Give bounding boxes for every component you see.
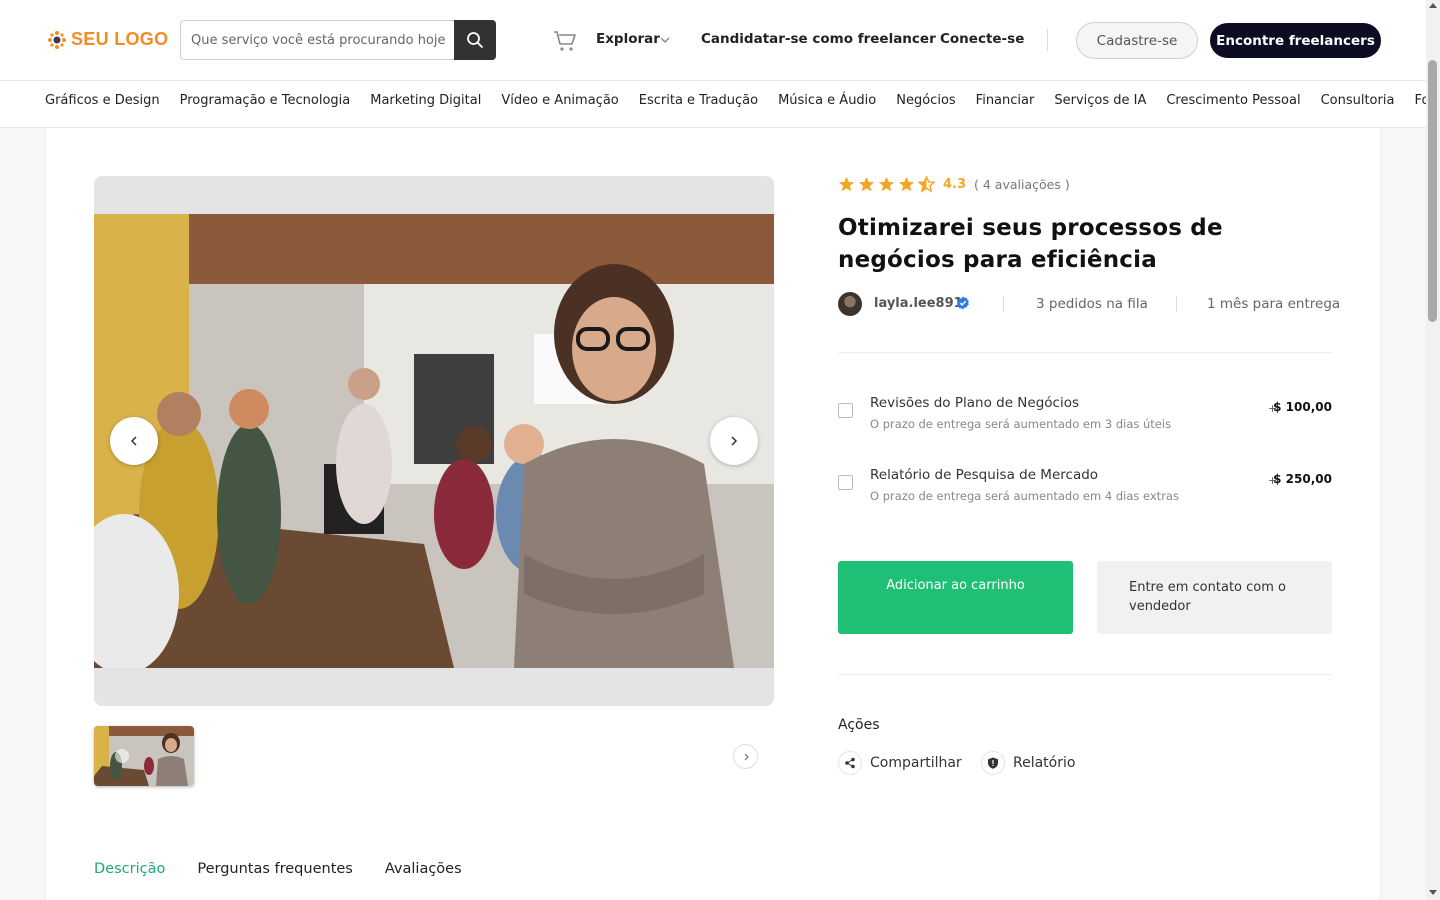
logo-mark-icon xyxy=(48,30,66,49)
chevron-right-icon xyxy=(744,753,749,760)
chevron-left-icon xyxy=(130,436,137,446)
section-divider xyxy=(838,352,1332,353)
tab-description[interactable]: Descrição xyxy=(94,861,165,877)
search-input[interactable] xyxy=(181,21,455,59)
star-icon xyxy=(898,176,915,192)
scroll-up-arrow-icon[interactable] xyxy=(1429,3,1437,8)
seller-name[interactable]: layla.lee891 xyxy=(874,296,963,311)
nav-apply-freelancer[interactable]: Candidatar-se como freelancer xyxy=(701,31,936,47)
extra-option[interactable]: Revisões do Plano de Negócios O prazo de… xyxy=(838,395,1332,435)
extra-price: $ 250,00 xyxy=(1273,472,1332,486)
extra-title: Revisões do Plano de Negócios xyxy=(870,395,1079,411)
extra-price: $ 100,00 xyxy=(1273,400,1332,414)
category-item[interactable]: Consultoria xyxy=(1321,93,1395,108)
section-divider xyxy=(838,674,1332,675)
report-label: Relatório xyxy=(1013,755,1076,771)
actions-heading: Ações xyxy=(838,717,880,733)
logo[interactable]: SEU LOGO xyxy=(47,29,168,50)
share-icon-wrap xyxy=(838,751,862,775)
extra-checkbox[interactable] xyxy=(838,475,853,490)
seller-meta: layla.lee891 3 pedidos na fila 1 mês par… xyxy=(838,292,1340,316)
scroll-down-arrow-icon[interactable] xyxy=(1429,890,1437,895)
verified-badge-icon xyxy=(957,296,969,310)
find-freelancers-button[interactable]: Encontre freelancers xyxy=(1210,23,1381,58)
tab-reviews[interactable]: Avaliações xyxy=(385,861,462,877)
service-photo xyxy=(94,214,774,668)
contact-seller-button[interactable]: Entre em contato com o vendedor xyxy=(1097,561,1332,634)
detail-tabs: Descrição Perguntas frequentes Avaliaçõe… xyxy=(94,861,462,877)
meta-divider xyxy=(1176,296,1177,312)
page-scrollbar[interactable] xyxy=(1426,0,1440,900)
report-icon-wrap xyxy=(981,751,1005,775)
extra-subtitle: O prazo de entrega será aumentado em 4 d… xyxy=(870,489,1179,503)
meta-divider xyxy=(1003,296,1004,312)
rating: 4.3 ( 4 avaliações ) xyxy=(838,176,1070,193)
category-item[interactable]: Crescimento Pessoal xyxy=(1166,93,1300,108)
orders-in-queue: 3 pedidos na fila xyxy=(1036,296,1148,312)
thumbnail-image xyxy=(94,726,194,786)
extra-option[interactable]: Relatório de Pesquisa de Mercado O prazo… xyxy=(838,467,1332,507)
shield-icon xyxy=(988,757,998,769)
top-header: SEU LOGO Explorar Candidatar-se como fre… xyxy=(0,0,1426,81)
signup-button[interactable]: Cadastre-se xyxy=(1076,22,1198,59)
star-icon xyxy=(858,176,875,192)
star-icon xyxy=(838,176,855,192)
category-item[interactable]: Serviços de IA xyxy=(1054,93,1146,108)
tab-faq[interactable]: Perguntas frequentes xyxy=(197,861,353,877)
chevron-right-icon xyxy=(731,436,738,446)
category-item[interactable]: Programação e Tecnologia xyxy=(180,93,351,108)
extra-checkbox[interactable] xyxy=(838,403,853,418)
star-icon xyxy=(878,176,895,192)
service-title: Otimizarei seus processos de negócios pa… xyxy=(838,215,1223,273)
category-item[interactable]: Vídeo e Animação xyxy=(501,93,618,108)
share-icon xyxy=(845,757,855,769)
extra-title: Relatório de Pesquisa de Mercado xyxy=(870,467,1099,483)
category-bar: Gráficos e Design Programação e Tecnolog… xyxy=(0,81,1426,128)
search-icon xyxy=(467,32,483,48)
nav-connect[interactable]: Conecte-se xyxy=(940,31,1024,47)
nav-explore[interactable]: Explorar xyxy=(596,31,660,47)
logo-text: SEU LOGO xyxy=(71,29,169,49)
category-item[interactable]: Financiar xyxy=(976,93,1035,108)
thumbnail-next-button[interactable] xyxy=(733,744,758,769)
category-list: Gráficos e Design Programação e Tecnolog… xyxy=(45,93,1426,108)
category-item[interactable]: Música e Áudio xyxy=(778,93,876,108)
gallery-thumbnail[interactable] xyxy=(94,726,194,786)
header-divider xyxy=(1047,29,1048,51)
category-item[interactable]: Fot xyxy=(1414,93,1426,108)
scroll-thumb[interactable] xyxy=(1428,60,1437,322)
category-item[interactable]: Gráficos e Design xyxy=(45,93,160,108)
share-action[interactable]: Compartilhar xyxy=(838,751,962,775)
gallery-prev-button[interactable] xyxy=(110,417,158,465)
search-bar xyxy=(180,20,496,60)
cart-icon[interactable] xyxy=(553,29,577,53)
chevron-down-icon xyxy=(660,37,670,43)
category-item[interactable]: Escrita e Tradução xyxy=(639,93,758,108)
image-gallery xyxy=(94,176,774,706)
delivery-time: 1 mês para entrega xyxy=(1207,296,1341,312)
category-item[interactable]: Negócios xyxy=(896,93,955,108)
report-action[interactable]: Relatório xyxy=(981,751,1075,775)
search-button[interactable] xyxy=(454,20,496,60)
rating-count[interactable]: ( 4 avaliações ) xyxy=(974,177,1070,192)
avatar[interactable] xyxy=(838,292,862,316)
gallery-next-button[interactable] xyxy=(710,417,758,465)
extra-subtitle: O prazo de entrega será aumentado em 3 d… xyxy=(870,417,1172,431)
rating-score: 4.3 xyxy=(943,177,967,192)
add-to-cart-button[interactable]: Adicionar ao carrinho xyxy=(838,561,1073,634)
star-half-icon xyxy=(918,176,935,193)
category-item[interactable]: Marketing Digital xyxy=(370,93,481,108)
share-label: Compartilhar xyxy=(870,755,962,771)
